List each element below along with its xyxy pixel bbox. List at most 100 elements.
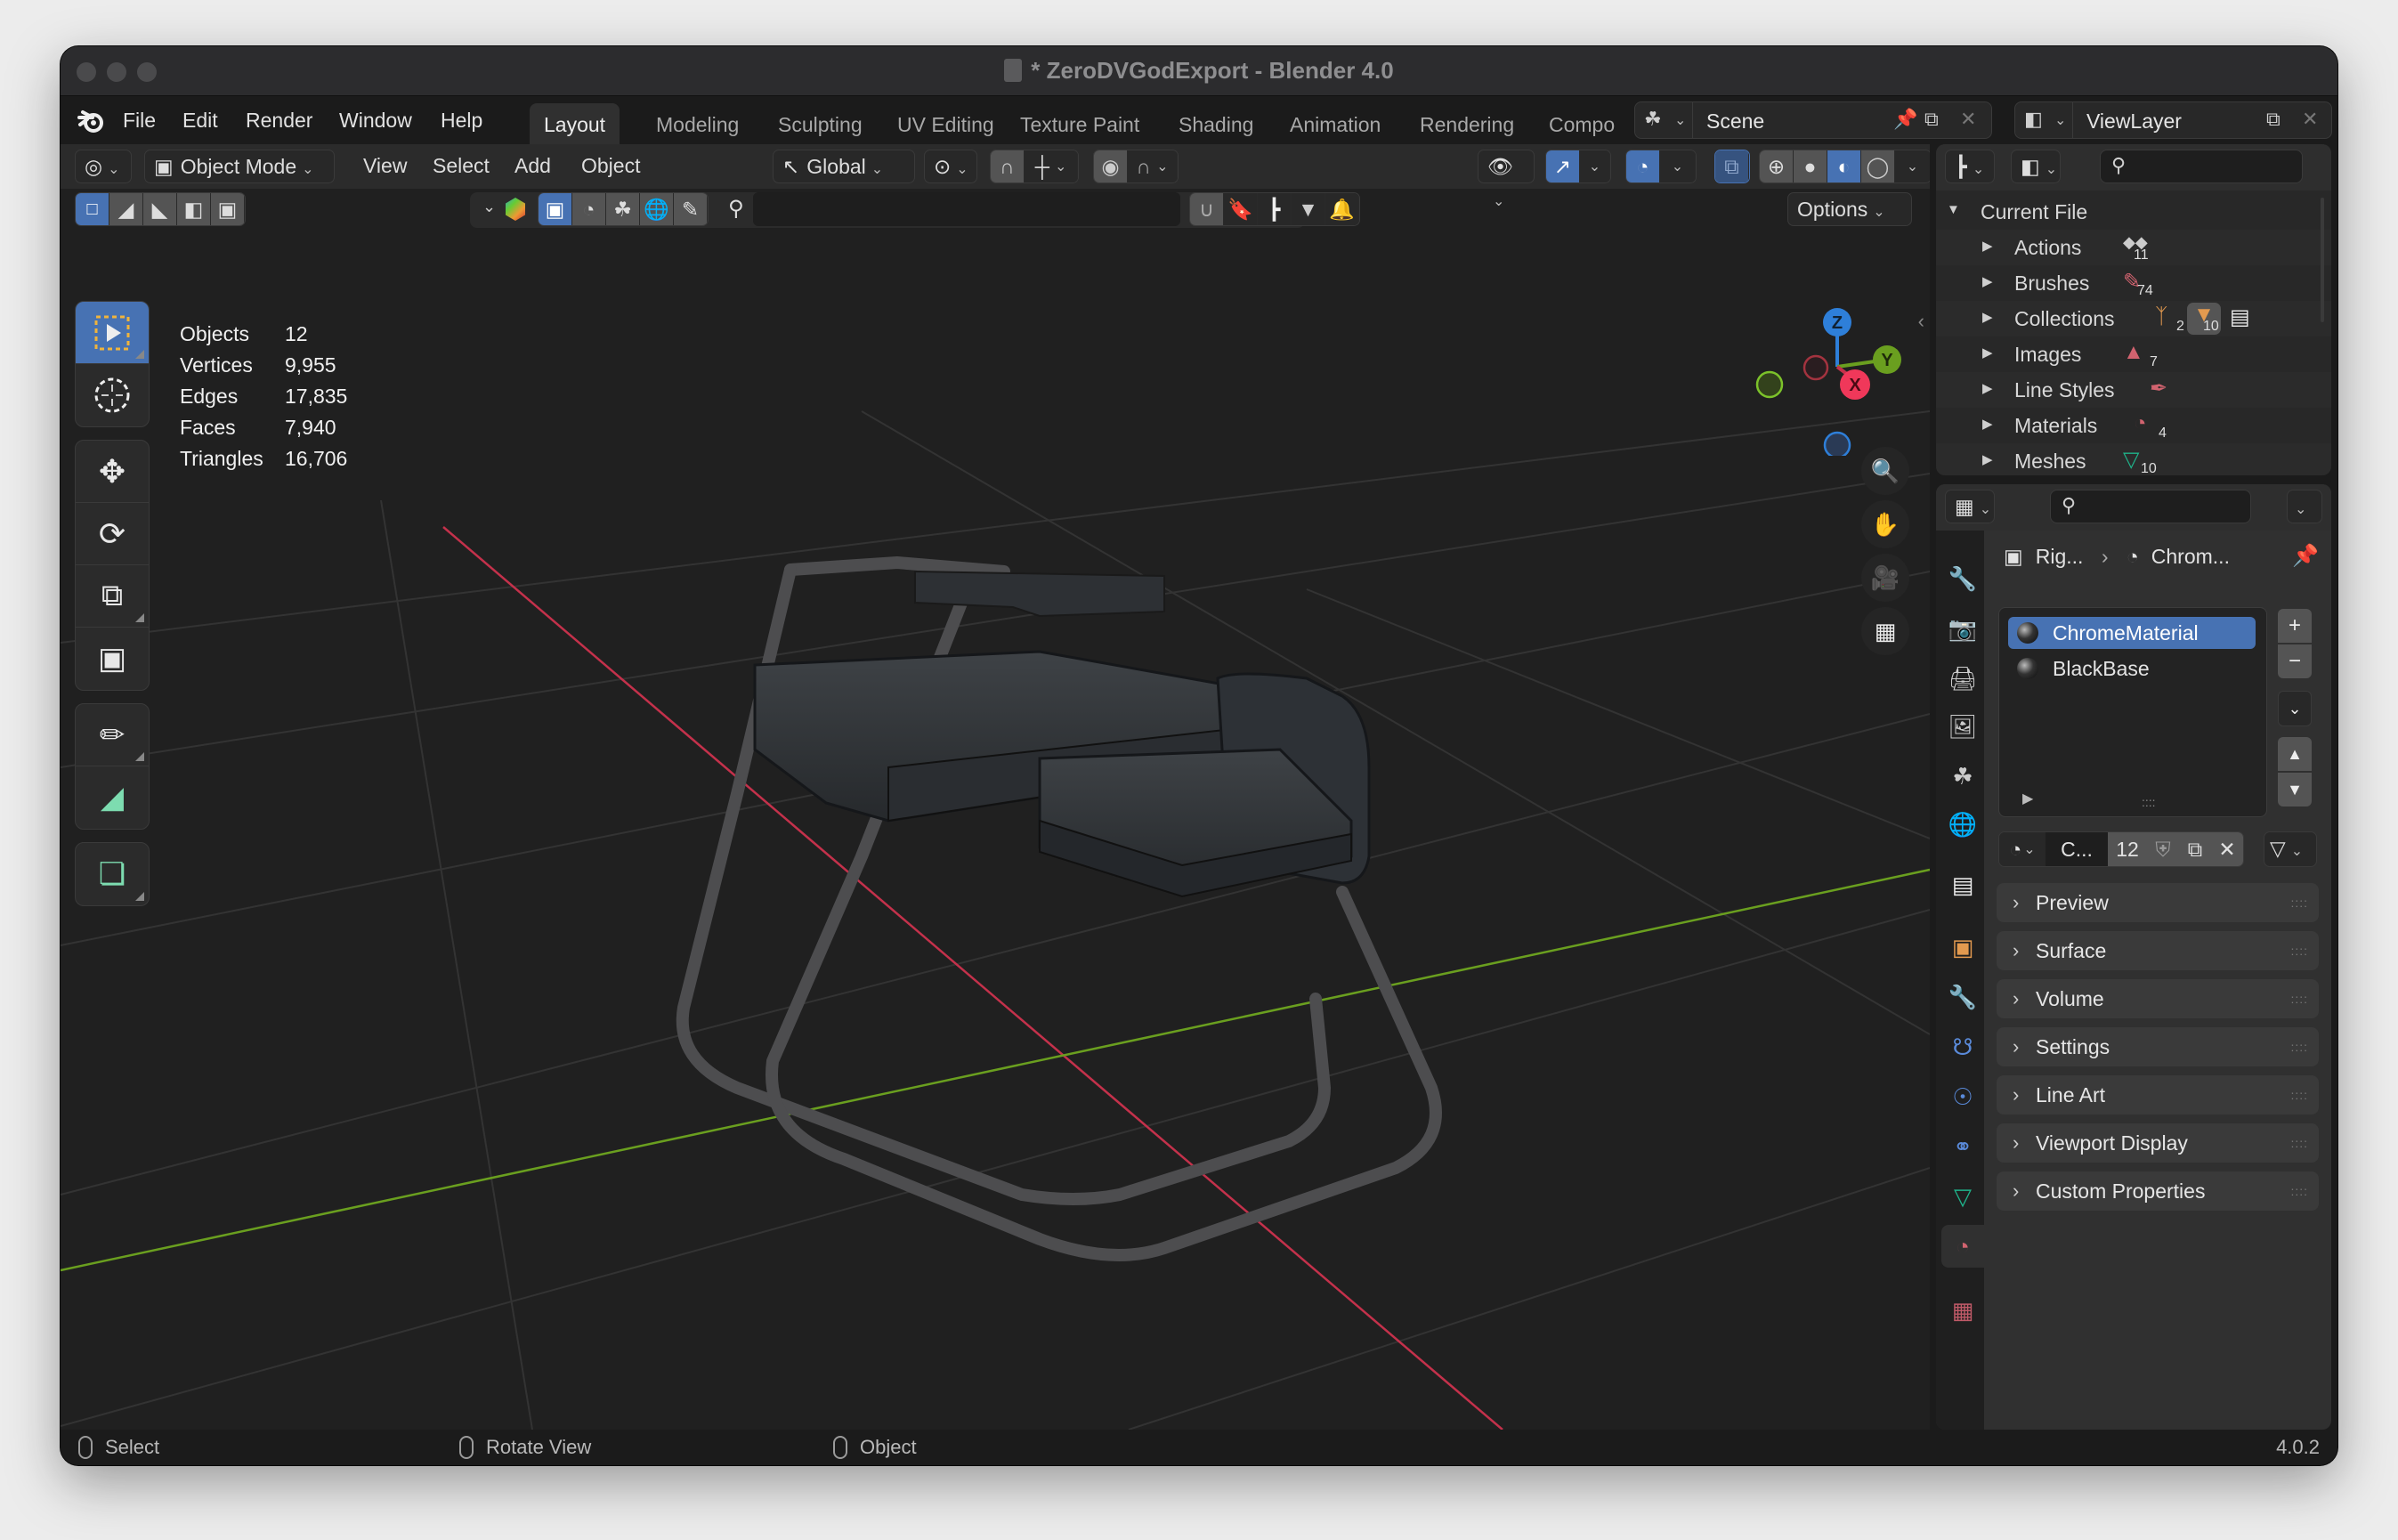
delete-scene-icon[interactable]: ✕ xyxy=(1960,108,1976,131)
notification-bell-icon[interactable]: 🔔 xyxy=(1325,193,1359,225)
gizmo-toggle-icon[interactable]: ↗ xyxy=(1546,150,1580,182)
snap-target-dropdown[interactable]: ┼ ⌄ xyxy=(1025,150,1078,182)
panel-volume[interactable]: › Volume:::: xyxy=(1997,979,2319,1018)
object-tab-icon[interactable]: ▣ xyxy=(1941,926,1984,969)
overlay-toggle-icon[interactable]: ◔ xyxy=(1626,150,1660,182)
material-preview-shading-icon[interactable]: ◐ xyxy=(1827,150,1861,182)
scene-tab-icon[interactable]: ☘ xyxy=(1941,755,1984,798)
outliner-item[interactable]: ▶ Meshes ▽ 10 xyxy=(1936,443,2331,475)
pivot-point-dropdown[interactable]: ⊙ ⌄ xyxy=(924,150,977,183)
panel-custom-properties[interactable]: › Custom Properties:::: xyxy=(1997,1171,2319,1211)
all-types-icon[interactable] xyxy=(506,198,525,221)
camera-view-button[interactable]: 🎥 xyxy=(1861,554,1909,602)
properties-search-input[interactable]: ⚲ xyxy=(2050,490,2251,523)
tab-compositing[interactable]: Compo xyxy=(1535,103,1629,144)
mode-dropdown[interactable]: ▣ Object Mode ⌄ xyxy=(144,150,335,183)
tab-animation[interactable]: Animation xyxy=(1276,103,1395,144)
drag-grip-icon[interactable]: :::: xyxy=(2290,1027,2308,1066)
gizmo-dropdown[interactable]: ⌄ xyxy=(1580,150,1610,182)
drag-grip-icon[interactable]: :::: xyxy=(2290,1075,2308,1114)
pan-view-button[interactable]: ✋ xyxy=(1861,500,1909,548)
drag-grip-icon[interactable]: :::: xyxy=(2290,883,2308,922)
fake-user-shield-icon[interactable]: ⛨ xyxy=(2147,832,2179,866)
outliner-item[interactable]: ▶ Collections ᛉ 2 ▼ 10 ▤ xyxy=(1936,301,2331,336)
resize-grip-icon[interactable]: :::: xyxy=(2142,795,2156,809)
menu-edit[interactable]: Edit xyxy=(182,109,218,133)
new-view-layer-icon[interactable]: ⧉ xyxy=(2266,108,2281,131)
move-slot-down-button[interactable]: ▼ xyxy=(2278,773,2312,806)
tab-rendering[interactable]: Rendering xyxy=(1406,103,1528,144)
material-slot[interactable]: ChromeMaterial xyxy=(2008,617,2256,649)
expand-icon[interactable]: ▶ xyxy=(1982,273,1993,289)
drag-grip-icon[interactable]: :::: xyxy=(2290,1123,2308,1163)
drag-grip-icon[interactable]: :::: xyxy=(2290,1171,2308,1211)
transform-orientation-dropdown[interactable]: ↖ Global ⌄ xyxy=(773,150,915,183)
tab-uv-editing[interactable]: UV Editing xyxy=(883,103,1009,144)
light-filter-icon[interactable]: ☘ xyxy=(606,193,640,225)
falloff-dropdown[interactable]: ∩ ⌄ xyxy=(1128,150,1178,182)
panel-line-art[interactable]: › Line Art:::: xyxy=(1997,1075,2319,1114)
collection-tab-icon[interactable]: ▤ xyxy=(1941,863,1984,906)
select-subtract-icon[interactable]: ◣ xyxy=(143,193,177,225)
slot-specials-dropdown[interactable]: ⌄ xyxy=(2278,691,2312,726)
proportional-edit-icon[interactable]: ◉ xyxy=(1094,150,1128,182)
material-name-field[interactable]: C... xyxy=(2046,832,2108,866)
pin-icon[interactable]: 📌 xyxy=(2292,543,2319,569)
drag-grip-icon[interactable]: :::: xyxy=(2290,979,2308,1018)
blender-logo-icon[interactable] xyxy=(77,107,105,135)
sidebar-toggle-icon[interactable]: ‹ xyxy=(1918,310,1924,333)
transform-tool[interactable]: ▣ xyxy=(76,628,149,690)
select-invert-icon[interactable]: ◧ xyxy=(177,193,211,225)
menu-file[interactable]: File xyxy=(123,109,156,133)
solid-shading-icon[interactable]: ● xyxy=(1794,150,1827,182)
panel-settings[interactable]: › Settings:::: xyxy=(1997,1027,2319,1066)
move-tool[interactable]: ✥ xyxy=(76,441,149,503)
tab-modeling[interactable]: Modeling xyxy=(642,103,753,144)
object-filter-icon[interactable]: ▣ xyxy=(539,193,572,225)
panel-preview[interactable]: › Preview:::: xyxy=(1997,883,2319,922)
expand-icon[interactable]: ▶ xyxy=(2022,790,2033,807)
expand-icon[interactable]: ▶ xyxy=(1982,380,1993,396)
view-layer-tab-icon[interactable]: 🖼 xyxy=(1941,705,1984,748)
cursor-tool[interactable] xyxy=(76,364,149,426)
outliner-item[interactable]: ▶ Materials ◔ 4 xyxy=(1936,408,2331,443)
panel-viewport-display[interactable]: › Viewport Display:::: xyxy=(1997,1123,2319,1163)
filter-search-input[interactable] xyxy=(753,192,1180,226)
particles-tab-icon[interactable]: ☋ xyxy=(1941,1025,1984,1068)
tool-tab-icon[interactable]: 🔧 xyxy=(1941,557,1984,600)
xray-toggle-icon[interactable]: ⧉ xyxy=(1715,150,1749,182)
chevron-down-icon[interactable]: ⌄ xyxy=(482,198,496,216)
output-tab-icon[interactable]: 🖨 xyxy=(1941,657,1984,700)
expand-icon[interactable]: ▶ xyxy=(1982,451,1993,467)
outliner-item[interactable]: ▶ Brushes ✎ 74 xyxy=(1936,265,2331,301)
data-tab-icon[interactable]: ▽ xyxy=(1941,1175,1984,1218)
menu-select[interactable]: Select xyxy=(424,150,498,183)
view-layer-name[interactable]: ViewLayer xyxy=(2086,109,2182,134)
panel-surface[interactable]: › Surface:::: xyxy=(1997,931,2319,970)
menu-view[interactable]: View xyxy=(354,150,416,183)
render-tab-icon[interactable]: 📷 xyxy=(1941,607,1984,650)
select-extend-icon[interactable]: ◢ xyxy=(109,193,143,225)
material-slot[interactable]: BlackBase xyxy=(2008,652,2256,685)
link-dropdown[interactable]: ▽ ⌄ xyxy=(2264,831,2317,867)
chevron-down-icon[interactable]: ⌄ xyxy=(2054,111,2066,129)
scale-tool[interactable]: ⧉ xyxy=(76,565,149,628)
outliner-editor-type[interactable]: ┣ ⌄ xyxy=(1945,150,1995,183)
select-box-tool[interactable] xyxy=(76,302,149,364)
display-mode-dropdown[interactable]: ◧ ⌄ xyxy=(2011,150,2061,183)
texture-tab-icon[interactable]: ▦ xyxy=(1941,1289,1984,1332)
snap-toggle-icon[interactable]: ∩ xyxy=(991,150,1025,182)
physics-tab-icon[interactable]: ☉ xyxy=(1941,1075,1984,1118)
world-tab-icon[interactable]: 🌐 xyxy=(1941,803,1984,846)
user-count[interactable]: 12 xyxy=(2108,832,2147,866)
options-dropdown[interactable]: Options ⌄ xyxy=(1787,192,1912,226)
search-icon[interactable]: ⚲ xyxy=(728,196,744,222)
perspective-toggle-button[interactable]: ▦ xyxy=(1861,607,1909,655)
add-cube-tool[interactable]: ❏ xyxy=(76,843,149,905)
hierarchy-icon[interactable]: ┣ xyxy=(1258,193,1292,225)
zoom-view-button[interactable]: 🔍 xyxy=(1861,447,1909,495)
remove-slot-button[interactable]: − xyxy=(2278,644,2312,678)
select-new-icon[interactable]: □ xyxy=(76,193,109,225)
rendered-shading-icon[interactable]: ◯ xyxy=(1861,150,1895,182)
select-intersect-icon[interactable]: ▣ xyxy=(211,193,245,225)
